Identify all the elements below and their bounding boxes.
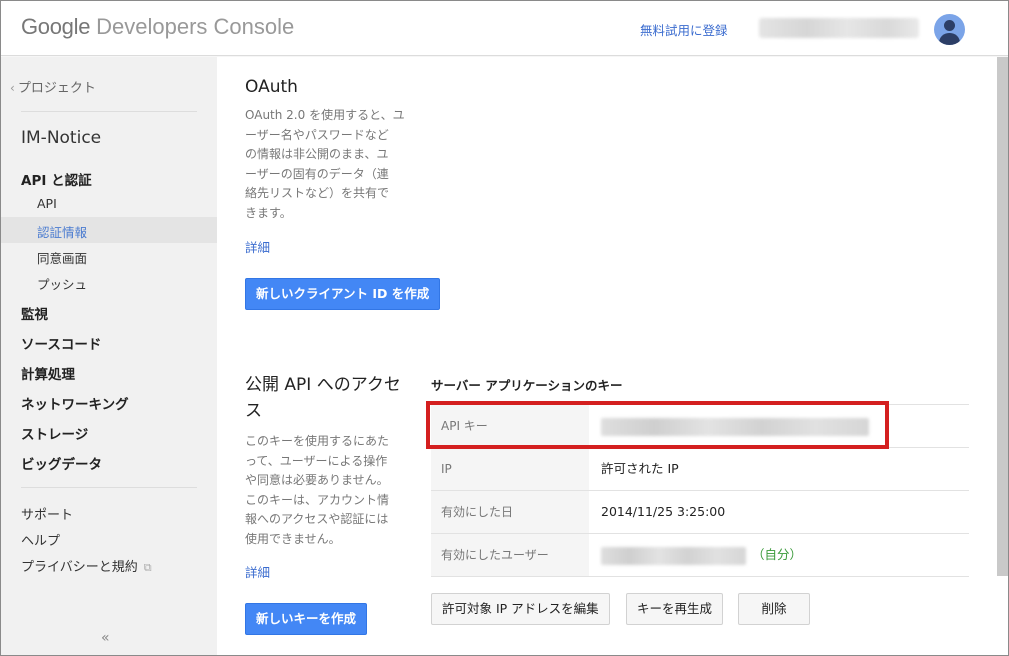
sidebar-privacy-link[interactable]: プライバシーと規約 ⧉ [21,556,152,575]
oauth-desc-line: OAuth 2.0 を使用すると、ユ [245,108,405,122]
table-row: IP 許可された IP [431,447,969,490]
sidebar-subitem-consent-screen[interactable]: 同意画面 [37,248,87,267]
logo-google: Google [21,14,91,39]
enabled-date-label: 有効にした日 [431,491,589,533]
enabled-date-value: 2014/11/25 3:25:00 [601,504,726,519]
public-api-desc-line: や同意は必要ありません。 [245,473,389,487]
edit-allowed-ips-button[interactable]: 許可対象 IP アドレスを編集 [431,593,610,625]
sidebar-item-monitoring[interactable]: 監視 [21,303,48,323]
enabled-user-redacted [601,546,746,565]
chevron-left-icon: ‹ [10,81,15,95]
sidebar-item-compute[interactable]: 計算処理 [21,363,75,383]
enabled-user-label: 有効にしたユーザー [431,534,589,576]
oauth-desc-line: ーザーの固有のデータ（連 [245,166,389,181]
regenerate-key-button[interactable]: キーを再生成 [626,593,724,625]
account-email-redacted[interactable] [759,18,919,38]
top-header: Google Developers Console 無料試用に登録 [1,1,1008,56]
sidebar-subitem-push[interactable]: プッシュ [37,274,87,293]
sidebar-back-projects[interactable]: ‹ プロジェクト [10,77,96,96]
ip-value: 許可された IP [601,461,679,476]
logo-product: Developers Console [96,14,295,39]
sidebar-divider [21,111,197,112]
create-key-button[interactable]: 新しいキーを作成 [245,603,368,635]
sidebar-active-highlight [1,217,217,243]
external-link-icon: ⧉ [143,561,152,574]
oauth-description: OAuth 2.0 を使用すると、ユ ーザー名やパスワードなど の情報は非公開の… [245,106,415,223]
delete-key-button[interactable]: 削除 [738,593,810,625]
oauth-details-link[interactable]: 詳細 [245,237,270,256]
public-api-desc-line: 報へのアクセスや認証には [245,512,389,526]
public-api-desc-line: 使用できません。 [245,531,341,546]
sidebar-item-api-auth[interactable]: API と認証 [21,169,92,189]
create-client-id-button[interactable]: 新しいクライアント ID を作成 [245,278,441,310]
public-api-desc-line: このキーを使用するにあた [245,434,390,448]
console-logo[interactable]: Google Developers Console [21,14,294,40]
sidebar-item-storage[interactable]: ストレージ [21,423,88,443]
public-api-desc-line: このキーは、アカウント情 [245,492,390,507]
collapse-sidebar-icon[interactable]: « [101,630,110,646]
avatar[interactable] [934,14,965,45]
oauth-desc-line: きます。 [245,205,292,220]
public-api-desc-line: って、ユーザーによる操作 [245,453,388,468]
oauth-desc-line: ーザー名やパスワードなど [245,127,389,142]
free-trial-link[interactable]: 無料試用に登録 [640,20,728,39]
sidebar-item-big-data[interactable]: ビッグデータ [21,453,102,473]
self-tag: （自分） [752,547,803,562]
table-row: 有効にした日 2014/11/25 3:25:00 [431,490,969,533]
sidebar-subitem-credentials[interactable]: 認証情報 [37,222,87,241]
sidebar-item-source-code[interactable]: ソースコード [21,333,101,353]
sidebar-help-link[interactable]: ヘルプ [21,530,60,549]
api-key-highlight-box [426,401,889,449]
sidebar-support-link[interactable]: サポート [21,504,73,523]
table-row: 有効にしたユーザー （自分） [431,533,969,576]
sidebar-item-networking[interactable]: ネットワーキング [21,393,129,413]
public-api-description: このキーを使用するにあた って、ユーザーによる操作 や同意は必要ありません。 こ… [245,432,415,549]
avatar-head-icon [944,20,955,31]
table-divider [431,576,969,577]
public-api-details-link[interactable]: 詳細 [245,562,270,581]
ip-label: IP [431,448,589,490]
public-api-title-line: ス [245,401,262,421]
privacy-label: プライバシーと規約 [21,560,138,575]
console-window: Google Developers Console 無料試用に登録 ‹ プロジェクト… [0,0,1009,656]
public-api-title-line: 公開 API へのアクセ [245,375,401,395]
scrollbar[interactable] [997,57,1008,576]
enabled-user-value: （自分） [601,534,802,576]
oauth-title: OAuth [245,77,298,97]
sidebar: ‹ プロジェクト IM-Notice API と認証 API 認証情報 同意画面 … [1,57,217,655]
public-api-title: 公開 API へのアクセ ス [245,372,420,424]
sidebar-subitem-api[interactable]: API [37,196,57,211]
sidebar-divider [21,487,197,488]
server-key-title: サーバー アプリケーションのキー [431,378,623,393]
oauth-desc-line: の情報は非公開のまま、ユ [245,147,389,161]
project-name: IM-Notice [21,128,102,148]
avatar-body-icon [939,33,960,45]
oauth-desc-line: 絡先リストなど）を共有で [245,186,390,200]
sidebar-back-label: プロジェクト [17,81,96,96]
